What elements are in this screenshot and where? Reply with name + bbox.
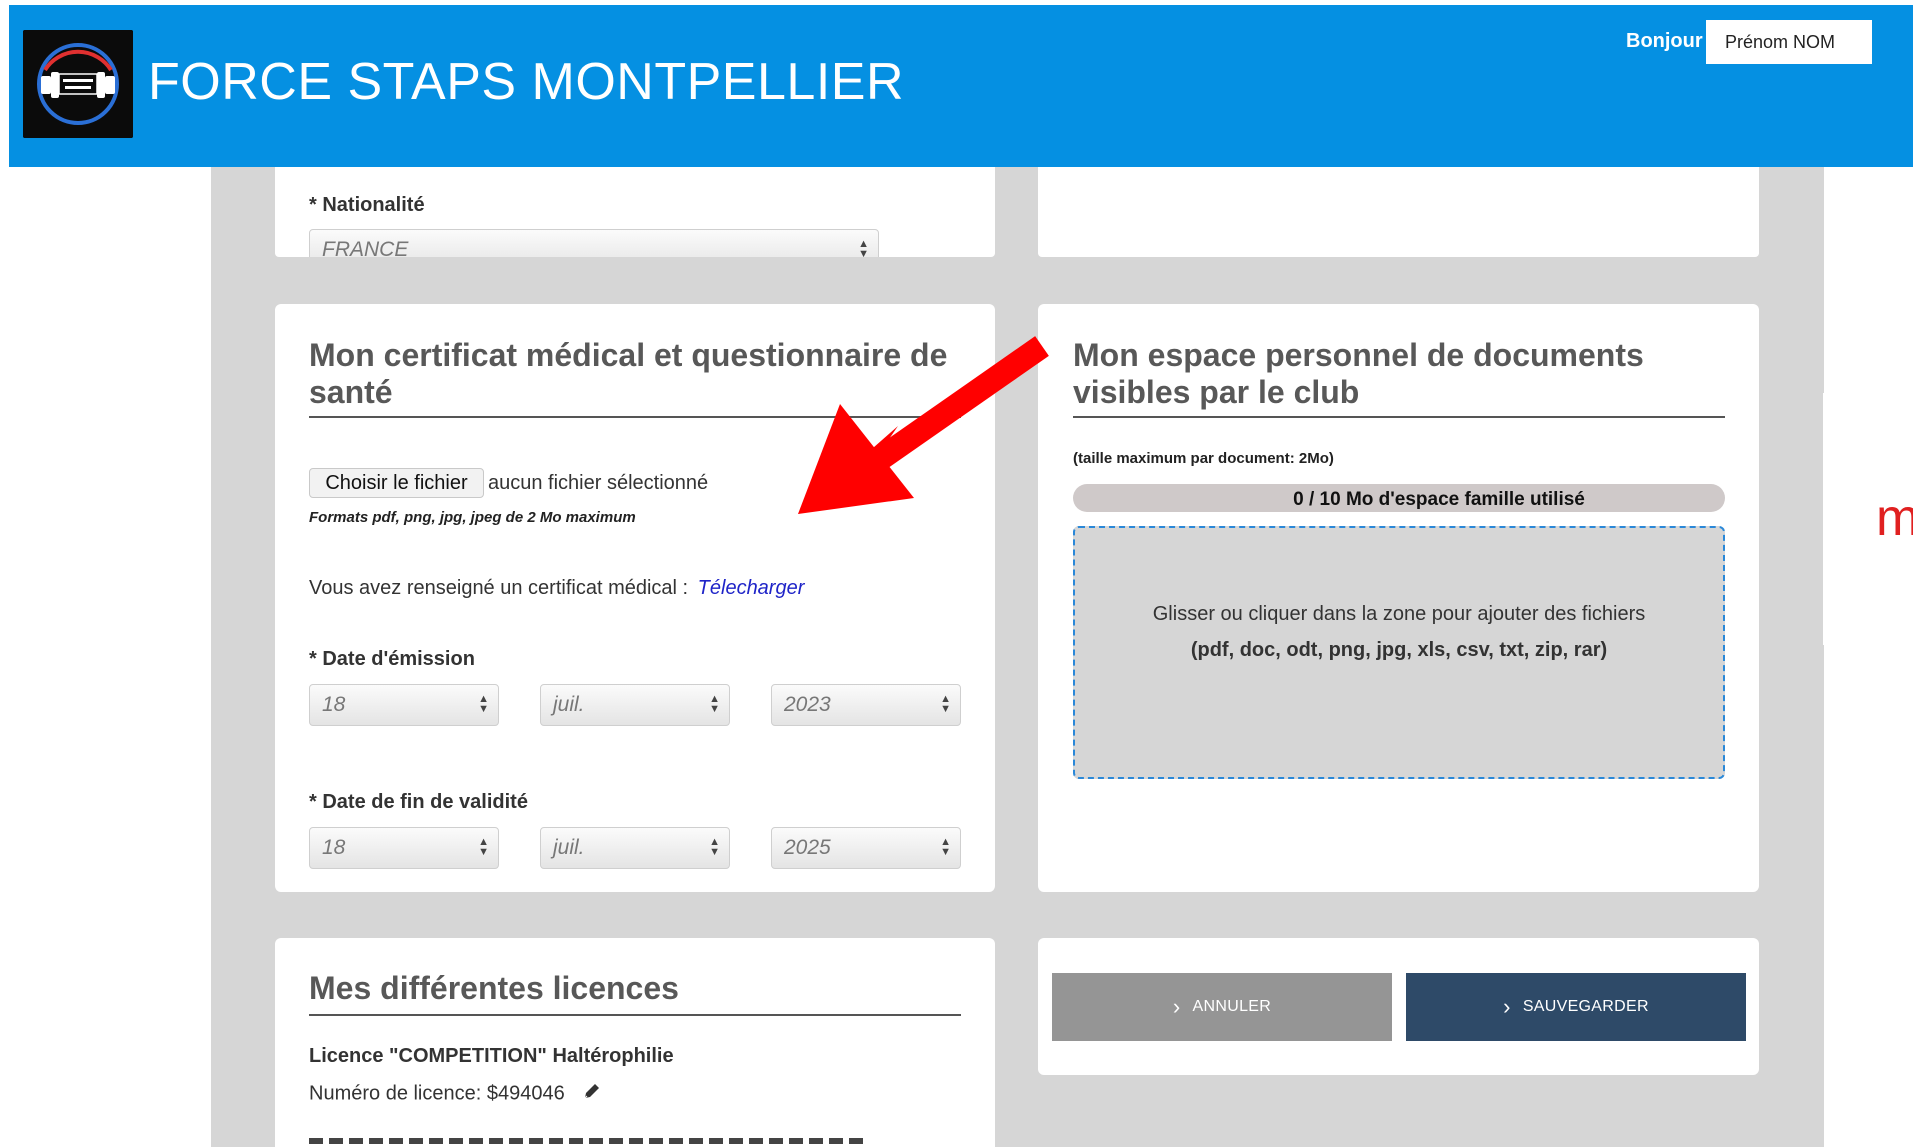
file-dropzone[interactable]: Glisser ou cliquer dans la zone pour ajo… (1073, 526, 1725, 779)
upper-right-panel (1038, 167, 1759, 257)
site-title[interactable]: FORCE STAPS MONTPELLIER (148, 52, 904, 112)
side-overlay-letter: m (1876, 489, 1913, 547)
licence-name: Licence "COMPETITION" Haltérophilie (309, 1045, 674, 1067)
documents-panel-title: Mon espace personnel de documents visibl… (1073, 337, 1644, 410)
select-arrows-icon: ▲ ▼ (858, 238, 869, 258)
licence-next-item-fragment (309, 1138, 869, 1144)
user-name-button[interactable]: Prénom NOM (1706, 20, 1872, 64)
select-arrows-icon: ▲ ▼ (940, 693, 951, 715)
download-link[interactable]: Télecharger (698, 577, 805, 599)
licence-number-text: Numéro de licence: $494046 (309, 1082, 565, 1105)
save-button[interactable]: › SAUVEGARDER (1406, 973, 1746, 1041)
chevron-right-icon: › (1172, 994, 1181, 1019)
dropzone-instruction: Glisser ou cliquer dans la zone pour ajo… (1152, 603, 1646, 625)
chevron-right-icon: › (1503, 994, 1511, 1019)
licences-panel-title: Mes différentes licences (309, 970, 679, 1006)
licences-title-divider (309, 1014, 961, 1016)
end-day-value: 18 (322, 836, 346, 859)
save-label: SAUVEGARDER (1522, 998, 1649, 1015)
nationality-label: * Nationalité (309, 194, 425, 216)
storage-usage-bar: 0 / 10 Mo d'espace famille utilisé (1073, 484, 1725, 512)
select-arrows-icon: ▲ ▼ (709, 693, 720, 715)
nationality-value: FRANCE (322, 238, 409, 257)
formats-hint: Formats pdf, png, jpg, jpeg de 2 Mo maxi… (309, 509, 636, 526)
end-year-select[interactable]: 2025 ▲ ▼ (771, 827, 961, 869)
select-arrows-icon: ▲ ▼ (478, 693, 489, 715)
end-year-value: 2025 (784, 836, 831, 859)
end-month-value: juil. (553, 836, 585, 859)
issue-date-label: * Date d'émission (309, 648, 475, 670)
end-day-select[interactable]: 18 ▲ ▼ (309, 827, 499, 869)
dropzone-formats: (pdf, doc, odt, png, jpg, xls, csv, txt,… (1190, 639, 1608, 661)
annotation-arrow-icon (798, 336, 1049, 514)
issue-month-select[interactable]: juil. ▲ ▼ (540, 684, 730, 726)
issue-day-select[interactable]: 18 ▲ ▼ (309, 684, 499, 726)
end-month-select[interactable]: juil. ▲ ▼ (540, 827, 730, 869)
issue-year-select[interactable]: 2023 ▲ ▼ (771, 684, 961, 726)
issue-day-value: 18 (322, 693, 346, 716)
select-arrows-icon: ▲ ▼ (709, 836, 720, 858)
max-size-note: (taille maximum par document: 2Mo) (1073, 450, 1334, 467)
certificate-text: Vous avez renseigné un certificat médica… (309, 577, 689, 599)
end-date-label: * Date de fin de validité (309, 791, 528, 813)
licence-number: Numéro de licence: $494046 (309, 1081, 602, 1107)
certificate-status: Vous avez renseigné un certificat médica… (309, 577, 804, 600)
dumbbell-logo-icon (23, 30, 133, 138)
cancel-button[interactable]: › ANNULER (1052, 973, 1392, 1041)
storage-usage-text: 0 / 10 Mo d'espace famille utilisé (1293, 489, 1585, 510)
cancel-label: ANNULER (1192, 998, 1272, 1015)
pencil-icon[interactable] (582, 1081, 602, 1107)
select-arrows-icon: ▲ ▼ (940, 836, 951, 858)
file-status-text: aucun fichier sélectionné (488, 472, 709, 494)
select-arrows-icon: ▲ ▼ (478, 836, 489, 858)
club-logo[interactable] (23, 30, 133, 138)
choose-file-button[interactable]: Choisir le fichier (309, 468, 484, 498)
greeting-text: Bonjour (1626, 30, 1703, 52)
identity-panel: * Nationalité FRANCE ▲ ▼ (275, 167, 995, 257)
issue-year-value: 2023 (784, 693, 831, 716)
documents-title-divider (1073, 416, 1725, 418)
nationality-select[interactable]: FRANCE ▲ ▼ (309, 229, 879, 257)
issue-month-value: juil. (553, 693, 585, 716)
